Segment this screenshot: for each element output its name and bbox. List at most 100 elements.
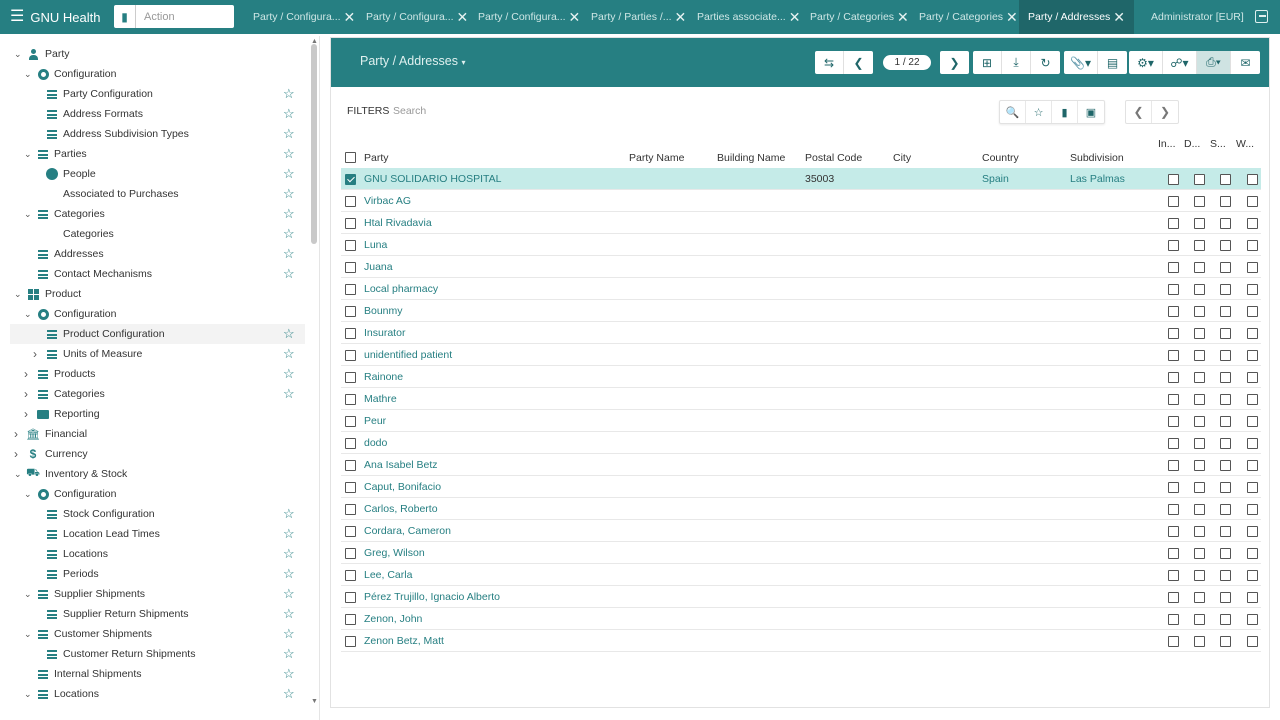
column-header-party[interactable]: Party: [364, 152, 389, 164]
row-flag-checkbox-2[interactable]: [1194, 504, 1205, 515]
chevron-right-icon[interactable]: ›: [24, 367, 28, 381]
save-button[interactable]: ⤓: [1002, 51, 1031, 74]
table-row[interactable]: Bounmy: [341, 300, 1261, 322]
filters-label[interactable]: FILTERS: [347, 105, 389, 117]
chevron-down-icon[interactable]: ⌄: [24, 149, 32, 160]
row-flag-checkbox-4[interactable]: [1247, 438, 1258, 449]
row-checkbox[interactable]: [345, 240, 356, 251]
row-flag-checkbox-1[interactable]: [1168, 262, 1179, 273]
sidebar-item-inventory-stock[interactable]: ⌄ ⛟ Inventory & Stock: [0, 464, 305, 484]
row-flag-checkbox-3[interactable]: [1220, 636, 1231, 647]
print-button[interactable]: ⎙▾: [1197, 51, 1231, 74]
next-page-button[interactable]: ❯: [1152, 101, 1178, 123]
party-cell[interactable]: Lee, Carla: [364, 569, 412, 581]
row-flag-checkbox-3[interactable]: [1220, 592, 1231, 603]
row-flag-checkbox-1[interactable]: [1168, 504, 1179, 515]
party-cell[interactable]: Caput, Bonifacio: [364, 481, 441, 493]
row-checkbox[interactable]: [345, 394, 356, 405]
row-flag-checkbox-2[interactable]: [1194, 350, 1205, 361]
party-cell[interactable]: GNU SOLIDARIO HOSPITAL: [364, 173, 502, 185]
tab-1[interactable]: Party / Configura... ✕: [253, 0, 355, 34]
column-header-w[interactable]: W...: [1236, 138, 1254, 150]
star-icon[interactable]: ☆: [283, 186, 295, 202]
sidebar-item-product[interactable]: ⌄ Product: [0, 284, 305, 304]
relate-button[interactable]: ☍▾: [1163, 51, 1197, 74]
row-flag-checkbox-2[interactable]: [1194, 262, 1205, 273]
search-button[interactable]: 🔍: [1000, 101, 1026, 123]
star-icon[interactable]: ☆: [283, 546, 295, 562]
tab-2[interactable]: Party / Configura... ✕: [366, 0, 468, 34]
row-flag-checkbox-1[interactable]: [1168, 614, 1179, 625]
table-row[interactable]: Caput, Bonifacio: [341, 476, 1261, 498]
brand[interactable]: ☰ GNU Health: [10, 0, 100, 34]
column-header-subdivision[interactable]: Subdivision: [1070, 152, 1124, 164]
row-flag-checkbox-2[interactable]: [1194, 438, 1205, 449]
row-flag-checkbox-1[interactable]: [1168, 306, 1179, 317]
action-button[interactable]: ⚙▾: [1129, 51, 1163, 74]
row-flag-checkbox-2[interactable]: [1194, 482, 1205, 493]
table-row[interactable]: unidentified patient: [341, 344, 1261, 366]
star-icon[interactable]: ☆: [283, 86, 295, 102]
row-flag-checkbox-4[interactable]: [1247, 526, 1258, 537]
chevron-right-icon[interactable]: ›: [14, 447, 18, 461]
row-flag-checkbox-4[interactable]: [1247, 196, 1258, 207]
next-record-button[interactable]: ❯: [940, 51, 969, 74]
tab-6[interactable]: Party / Categories ✕: [810, 0, 909, 34]
star-icon[interactable]: ☆: [283, 626, 295, 642]
row-flag-checkbox-1[interactable]: [1168, 174, 1179, 185]
sidebar-item-location-lead-times[interactable]: Location Lead Times ☆: [0, 524, 305, 544]
sidebar-item-products[interactable]: › Products ☆: [0, 364, 305, 384]
tab-4[interactable]: Party / Parties /... ✕: [591, 0, 686, 34]
row-flag-checkbox-3[interactable]: [1220, 438, 1231, 449]
sidebar-item-locations[interactable]: Locations ☆: [0, 544, 305, 564]
row-flag-checkbox-3[interactable]: [1220, 218, 1231, 229]
row-checkbox[interactable]: [345, 416, 356, 427]
row-flag-checkbox-2[interactable]: [1194, 306, 1205, 317]
row-flag-checkbox-1[interactable]: [1168, 460, 1179, 471]
party-cell[interactable]: Carlos, Roberto: [364, 503, 438, 515]
attachment-button[interactable]: 📎▾: [1064, 51, 1098, 74]
party-cell[interactable]: Bounmy: [364, 305, 403, 317]
row-flag-checkbox-4[interactable]: [1247, 482, 1258, 493]
sidebar-item-customer-shipments[interactable]: ⌄ Customer Shipments ☆: [0, 624, 305, 644]
row-flag-checkbox-1[interactable]: [1168, 548, 1179, 559]
row-checkbox[interactable]: [345, 328, 356, 339]
column-header-building-name[interactable]: Building Name: [717, 152, 785, 164]
table-row[interactable]: Local pharmacy: [341, 278, 1261, 300]
row-flag-checkbox-2[interactable]: [1194, 526, 1205, 537]
star-icon[interactable]: ☆: [283, 506, 295, 522]
row-checkbox[interactable]: [345, 614, 356, 625]
tab-7[interactable]: Party / Categories ✕: [919, 0, 1018, 34]
sidebar-item-configuration[interactable]: ⌄ Configuration: [0, 304, 305, 324]
chevron-down-icon[interactable]: ⌄: [24, 209, 32, 220]
row-flag-checkbox-4[interactable]: [1247, 614, 1258, 625]
row-flag-checkbox-2[interactable]: [1194, 460, 1205, 471]
sidebar-item-address-subdivision-types[interactable]: Address Subdivision Types ☆: [0, 124, 305, 144]
sidebar-item-stock-configuration[interactable]: Stock Configuration ☆: [0, 504, 305, 524]
row-flag-checkbox-3[interactable]: [1220, 240, 1231, 251]
row-checkbox[interactable]: [345, 526, 356, 537]
table-row[interactable]: Juana: [341, 256, 1261, 278]
row-flag-checkbox-4[interactable]: [1247, 306, 1258, 317]
row-checkbox[interactable]: [345, 592, 356, 603]
sidebar-item-configuration[interactable]: ⌄ Configuration: [0, 484, 305, 504]
row-flag-checkbox-2[interactable]: [1194, 240, 1205, 251]
star-icon[interactable]: ☆: [283, 566, 295, 582]
row-flag-checkbox-3[interactable]: [1220, 548, 1231, 559]
star-icon[interactable]: ☆: [283, 646, 295, 662]
party-cell[interactable]: Rainone: [364, 371, 403, 383]
sidebar-item-categories[interactable]: ⌄ Categories ☆: [0, 204, 305, 224]
table-row[interactable]: Zenon Betz, Matt: [341, 630, 1261, 652]
row-flag-checkbox-1[interactable]: [1168, 218, 1179, 229]
chevron-right-icon[interactable]: ›: [33, 347, 37, 361]
row-checkbox[interactable]: [345, 350, 356, 361]
bookmark-filter-button[interactable]: ▮: [1052, 101, 1078, 123]
row-flag-checkbox-2[interactable]: [1194, 328, 1205, 339]
party-cell[interactable]: Zenon Betz, Matt: [364, 635, 444, 647]
row-flag-checkbox-1[interactable]: [1168, 570, 1179, 581]
party-cell[interactable]: Greg, Wilson: [364, 547, 425, 559]
star-icon[interactable]: ☆: [283, 106, 295, 122]
table-row[interactable]: Peur: [341, 410, 1261, 432]
chevron-down-icon[interactable]: ⌄: [24, 489, 32, 500]
row-flag-checkbox-4[interactable]: [1247, 372, 1258, 383]
